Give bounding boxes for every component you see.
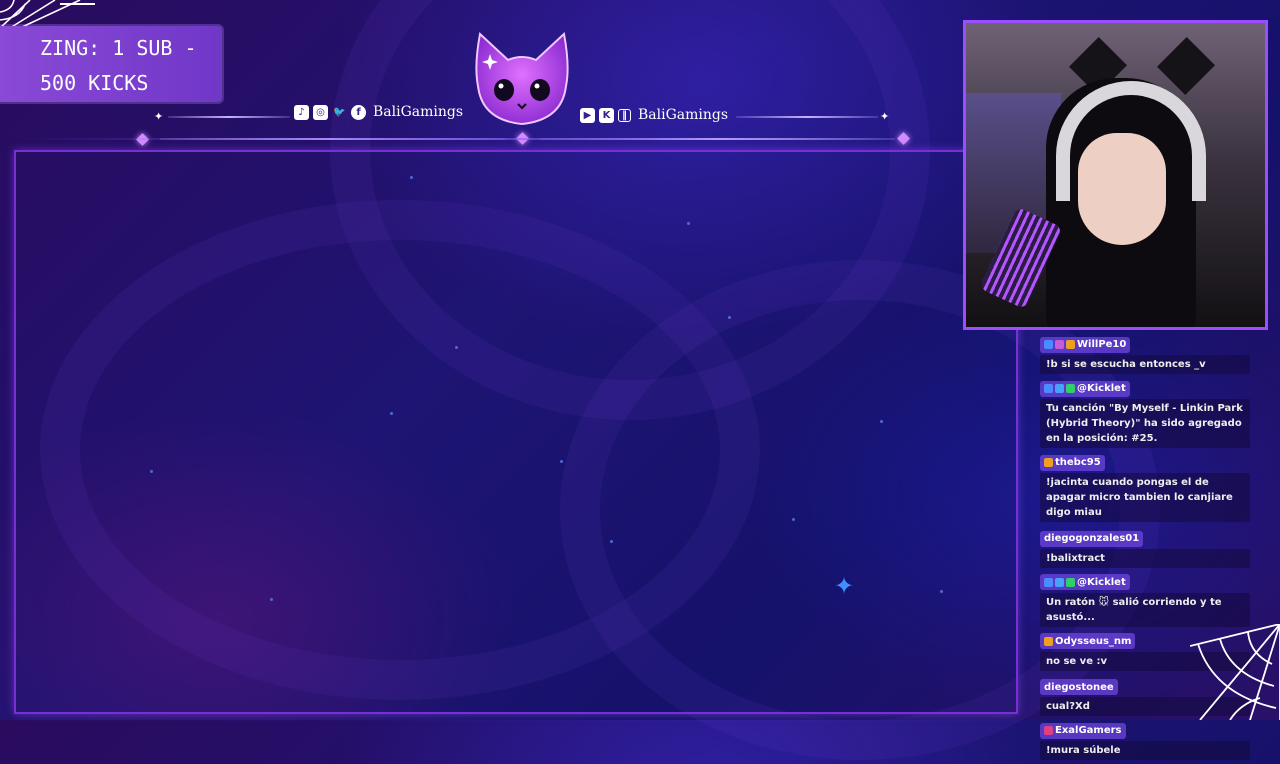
chat-username-text: @Kicklet	[1077, 576, 1126, 588]
chat-username[interactable]: @Kicklet	[1040, 574, 1130, 590]
chat-message-text: Un ratón 🐭 salió corriendo y te asustó..…	[1040, 592, 1250, 627]
chat-username[interactable]: WillPe10	[1040, 336, 1131, 353]
header-divider	[168, 116, 290, 118]
user-badge-icon	[1044, 340, 1053, 349]
chat-username-text: Odysseus_nm	[1055, 635, 1132, 647]
chat-username[interactable]: Odysseus_nm	[1040, 633, 1136, 649]
user-badge-icon	[1044, 384, 1053, 393]
instagram-icon[interactable]: ◎	[313, 104, 328, 120]
cat-logo-icon	[475, 32, 569, 126]
sub-goal-banner: ZING: 1 SUB - 500 KICKS	[0, 26, 222, 102]
chat-message: ExalGamers !mura súbele	[1040, 720, 1250, 760]
youtube-icon[interactable]: ▶	[580, 107, 595, 123]
tiktok-icon[interactable]: ♪	[294, 104, 309, 120]
goal-line-2: 500 KICKS	[40, 71, 149, 95]
social-handle-left: BaliGamings	[373, 104, 464, 120]
chat-message: @Kicklet Un ratón 🐭 salió corriendo y te …	[1040, 572, 1250, 627]
user-badge-icon	[1055, 384, 1064, 393]
chat-message-text: !balixtract	[1040, 548, 1250, 568]
social-handles-right: ▶ K ‖ BaliGamings	[580, 107, 728, 123]
chat-username-text: ExalGamers	[1055, 725, 1122, 736]
chat-message: diegogonzales01 !balixtract	[1040, 526, 1250, 568]
social-handles-left: ♪ ◎ 🐦 f BaliGamings	[294, 104, 463, 120]
goal-line-1: ZING: 1 SUB -	[40, 36, 197, 60]
user-badge-icon	[1044, 577, 1053, 587]
sparkle-icon: ✦	[154, 110, 164, 123]
cat-ear-right	[1157, 37, 1215, 95]
game-capture-frame	[14, 150, 1018, 714]
chat-message: @Kicklet Tu canción "By Myself - Linkin P…	[1040, 378, 1250, 448]
chat-message-text: !mura súbele	[1040, 741, 1250, 760]
kick-icon[interactable]: K	[599, 107, 614, 123]
webcam-feed	[963, 20, 1268, 330]
user-badge-icon	[1055, 577, 1064, 587]
chat-username-text: WillPe10	[1077, 339, 1127, 350]
user-badge-icon	[1044, 726, 1053, 735]
twitch-icon[interactable]: ‖	[618, 108, 631, 122]
chat-username-text: thebc95	[1055, 457, 1101, 468]
frame-glow	[14, 138, 894, 140]
user-badge-icon	[1066, 384, 1075, 393]
chat-username[interactable]: ExalGamers	[1040, 722, 1126, 739]
chat-username[interactable]: @Kicklet	[1040, 380, 1130, 397]
chat-username[interactable]: thebc95	[1040, 454, 1105, 471]
spiderweb-icon	[1190, 624, 1280, 720]
user-badge-icon	[1066, 577, 1075, 587]
facebook-icon[interactable]: f	[351, 104, 366, 120]
user-badge-icon	[1066, 340, 1075, 349]
chat-username-text: diegogonzales01	[1044, 533, 1140, 544]
chat-username[interactable]: diegogonzales01	[1040, 530, 1144, 547]
chat-message: WillPe10 !b si se escucha entonces _v	[1040, 334, 1250, 374]
social-handle-right: BaliGamings	[638, 107, 729, 123]
chat-username-text: @Kicklet	[1077, 383, 1126, 394]
chat-message-text: !b si se escucha entonces _v	[1040, 355, 1250, 374]
user-badge-icon	[1044, 636, 1053, 646]
sparkle-icon: ✦	[880, 110, 890, 123]
chat-username-text: diegostonee	[1044, 681, 1114, 693]
twitter-icon[interactable]: 🐦	[332, 105, 347, 120]
header-divider	[736, 116, 878, 118]
chat-message-text: Tu canción "By Myself - Linkin Park (Hyb…	[1040, 399, 1250, 448]
user-badge-icon	[1044, 458, 1053, 467]
chat-message-text: !jacinta cuando pongas el de apagar micr…	[1040, 473, 1250, 522]
chat-username[interactable]: diegostonee	[1040, 679, 1118, 695]
user-badge-icon	[1055, 340, 1064, 349]
chat-message: thebc95 !jacinta cuando pongas el de apag…	[1040, 452, 1250, 522]
